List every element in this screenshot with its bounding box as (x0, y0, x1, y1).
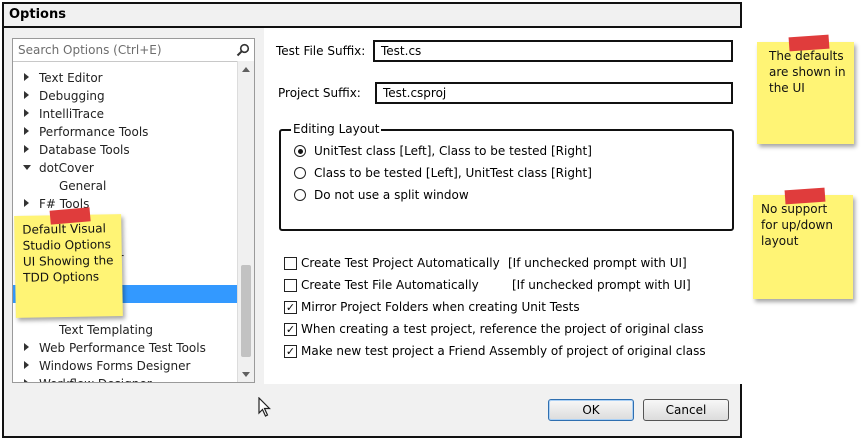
checkbox-note: [If unchecked prompt with UI] (512, 278, 691, 292)
sticky-note-mid-right: No support for up/down layout (753, 187, 853, 299)
radio-button[interactable] (294, 145, 306, 157)
project-suffix-field[interactable]: Test.csproj (375, 82, 733, 104)
expand-right-icon[interactable] (24, 361, 29, 369)
tree-item-label: Workflow Designer (39, 377, 152, 382)
editing-layout-group: Editing Layout UnitTest class [Left], Cl… (279, 122, 734, 231)
search-icon[interactable] (236, 42, 250, 61)
checkbox-friend-assembly[interactable]: ✓ Make new test project a Friend Assembl… (284, 344, 724, 360)
tree-item-label: Performance Tools (39, 125, 149, 139)
checkbox-reference-original[interactable]: ✓ When creating a test project, referenc… (284, 322, 724, 338)
pin-icon (784, 187, 826, 205)
checkbox-box[interactable] (284, 279, 297, 292)
check-icon[interactable]: ✓ (284, 301, 297, 314)
window-title: Options (9, 7, 66, 22)
tree-item[interactable]: dotCover (13, 159, 238, 177)
test-file-suffix-field[interactable]: Test.cs (373, 40, 733, 62)
scroll-thumb[interactable] (241, 265, 251, 357)
radio-label: UnitTest class [Left], Class to be teste… (314, 144, 592, 158)
tree-item-label: Windows Forms Designer (39, 359, 191, 373)
sticky-note-text: The defaults are shown in the UI (769, 49, 846, 95)
sticky-note-top-right: The defaults are shown in the UI (757, 34, 854, 144)
expand-right-icon[interactable] (24, 379, 29, 382)
tree-item[interactable]: Workflow Designer (13, 375, 238, 382)
mouse-pointer-icon (258, 396, 272, 421)
project-suffix-label: Project Suffix: (278, 86, 361, 100)
tdd-options-panel: Test File Suffix: Test.cs Project Suffix… (264, 28, 742, 384)
tree-item[interactable]: Text Templating (13, 321, 238, 339)
search-input[interactable]: Search Options (Ctrl+E) (13, 39, 254, 62)
tree-item[interactable]: Text Editor (13, 69, 238, 87)
pin-icon (788, 34, 830, 52)
check-icon[interactable]: ✓ (284, 345, 297, 358)
checkbox-note: [If unchecked prompt with UI] (508, 256, 687, 270)
check-icon[interactable]: ✓ (284, 323, 297, 336)
ok-button[interactable]: OK (548, 399, 634, 421)
sticky-note-text: No support for up/down layout (761, 202, 833, 248)
checkbox-mirror-folders[interactable]: ✓ Mirror Project Folders when creating U… (284, 300, 724, 316)
scroll-down-icon[interactable] (242, 372, 250, 377)
checkbox-label: When creating a test project, reference … (301, 322, 704, 336)
radio-label: Do not use a split window (314, 188, 469, 202)
title-bar: Options (4, 4, 740, 28)
tree-item-label: Database Tools (39, 143, 130, 157)
test-file-suffix-label: Test File Suffix: (276, 44, 366, 58)
tree-item[interactable]: IntelliTrace (13, 105, 238, 123)
checkbox-label: Create Test Project Automatically (301, 256, 500, 270)
tree-item[interactable]: Windows Forms Designer (13, 357, 238, 375)
tree-item[interactable]: Performance Tools (13, 123, 238, 141)
tree-item-label: IntelliTrace (39, 107, 105, 121)
options-tree-pane: Search Options (Ctrl+E) Text Editor Debug… (12, 38, 255, 383)
expand-right-icon[interactable] (24, 343, 29, 351)
expand-right-icon[interactable] (24, 109, 29, 117)
expand-right-icon[interactable] (24, 73, 29, 81)
cancel-button[interactable]: Cancel (643, 399, 729, 421)
sticky-note-text: Default Visual Studio Options UI Showing… (22, 221, 114, 285)
radio-label: Class to be tested [Left], UnitTest clas… (314, 166, 592, 180)
tree-item[interactable]: General (13, 177, 238, 195)
search-placeholder: Search Options (Ctrl+E) (18, 43, 162, 57)
radio-button[interactable] (294, 189, 306, 201)
sticky-note-left: Default Visual Studio Options UI Showing… (14, 207, 123, 318)
editing-layout-title: Editing Layout (291, 122, 382, 136)
expand-right-icon[interactable] (24, 199, 29, 207)
tree-item[interactable]: Database Tools (13, 141, 238, 159)
checkbox-create-test-project[interactable]: Create Test Project Automatically [If un… (284, 256, 724, 272)
tree-item[interactable]: Debugging (13, 87, 238, 105)
scroll-up-icon[interactable] (242, 67, 250, 72)
expand-right-icon[interactable] (24, 127, 29, 135)
checkbox-create-test-file[interactable]: Create Test File Automatically [If unche… (284, 278, 724, 294)
tree-item[interactable]: Web Performance Test Tools (13, 339, 238, 357)
tree-item-label: Text Editor (39, 71, 103, 85)
radio-button[interactable] (294, 167, 306, 179)
tree-item-label: Debugging (39, 89, 105, 103)
tree-item[interactable]: F# Tools (13, 195, 238, 213)
tree-item-label: dotCover (39, 161, 94, 175)
tree-item-label: Text Templating (59, 323, 154, 337)
tree-vertical-scrollbar[interactable] (237, 61, 254, 382)
tree-item-label: General (59, 179, 107, 193)
expand-right-icon[interactable] (24, 91, 29, 99)
tree-item-label: Web Performance Test Tools (39, 341, 206, 355)
checkbox-box[interactable] (284, 257, 297, 270)
expand-right-icon[interactable] (24, 145, 29, 153)
checkbox-label: Mirror Project Folders when creating Uni… (301, 300, 580, 314)
checkbox-label: Create Test File Automatically (301, 278, 479, 292)
checkbox-label: Make new test project a Friend Assembly … (301, 344, 706, 358)
expand-down-icon[interactable] (23, 165, 31, 170)
